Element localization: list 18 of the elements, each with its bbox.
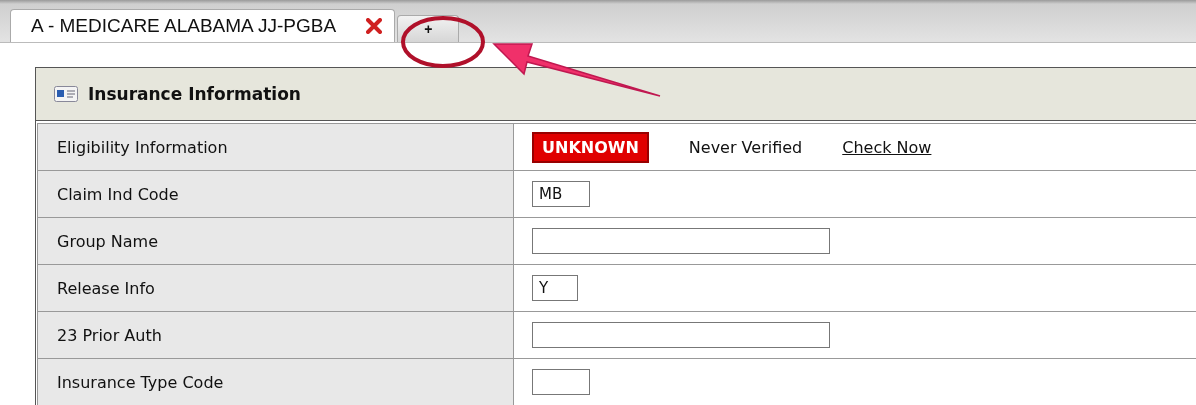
- id-card-icon: [54, 86, 78, 102]
- tab[interactable]: A - MEDICARE ALABAMA JJ-PGBA: [10, 9, 396, 42]
- input-field[interactable]: [532, 322, 830, 348]
- field-label: Group Name: [38, 218, 514, 264]
- field-label: 23 Prior Auth: [38, 312, 514, 358]
- close-icon[interactable]: [366, 18, 383, 34]
- input-field[interactable]: [532, 369, 590, 395]
- field-label: Release Info: [38, 265, 514, 311]
- input-field[interactable]: Y: [532, 275, 578, 301]
- status-badge: UNKNOWN: [532, 131, 649, 163]
- input-field[interactable]: [532, 228, 830, 254]
- field-label: Claim Ind Code: [38, 171, 514, 217]
- panel-title: Insurance Information: [88, 84, 301, 104]
- input-field[interactable]: MB: [532, 181, 590, 207]
- check-now-link[interactable]: Check Now: [842, 137, 932, 157]
- field-label: Eligibility Information: [38, 124, 514, 170]
- verification-status: Never Verified: [688, 137, 803, 157]
- field-label: Insurance Type Code: [38, 359, 514, 405]
